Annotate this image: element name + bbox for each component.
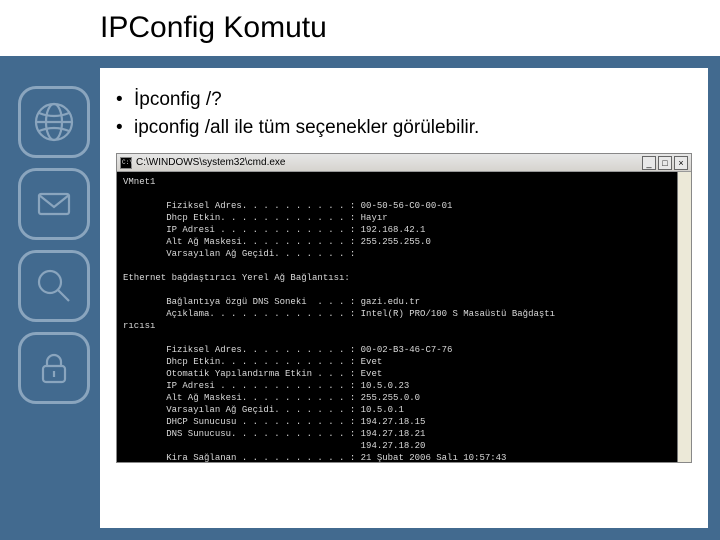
bullet-item: • İpconfig /? <box>116 86 692 114</box>
bullet-dot-icon: • <box>116 86 134 114</box>
minimize-button[interactable]: _ <box>642 156 656 170</box>
cmd-titlebar: C:\WINDOWS\system32\cmd.exe _ □ × <box>117 154 691 172</box>
bullet-dot-icon: • <box>116 114 134 142</box>
scrollbar[interactable] <box>677 172 691 462</box>
content-panel: • İpconfig /? • ipconfig /all ile tüm se… <box>100 68 708 528</box>
slide-title: IPConfig Komutu <box>100 11 327 45</box>
bullet-item: • ipconfig /all ile tüm seçenekler görül… <box>116 114 692 142</box>
cmd-text: VMnet1 Fiziksel Adres. . . . . . . . . .… <box>123 177 555 462</box>
bullet-list: • İpconfig /? • ipconfig /all ile tüm se… <box>116 86 692 141</box>
search-icon <box>18 250 90 322</box>
lock-icon <box>18 332 90 404</box>
sidebar <box>18 86 90 404</box>
slide-title-bar: IPConfig Komutu <box>0 0 720 56</box>
close-button[interactable]: × <box>674 156 688 170</box>
cmd-caption: C:\WINDOWS\system32\cmd.exe <box>136 157 640 168</box>
main-area: • İpconfig /? • ipconfig /all ile tüm se… <box>0 56 720 540</box>
cmd-window: C:\WINDOWS\system32\cmd.exe _ □ × VMnet1… <box>116 153 692 463</box>
bullet-text: İpconfig /? <box>134 86 222 114</box>
globe-icon <box>18 86 90 158</box>
cmd-output: VMnet1 Fiziksel Adres. . . . . . . . . .… <box>117 172 691 462</box>
maximize-button[interactable]: □ <box>658 156 672 170</box>
bullet-text: ipconfig /all ile tüm seçenekler görüleb… <box>134 114 479 142</box>
mail-icon <box>18 168 90 240</box>
cmd-app-icon <box>120 157 132 169</box>
